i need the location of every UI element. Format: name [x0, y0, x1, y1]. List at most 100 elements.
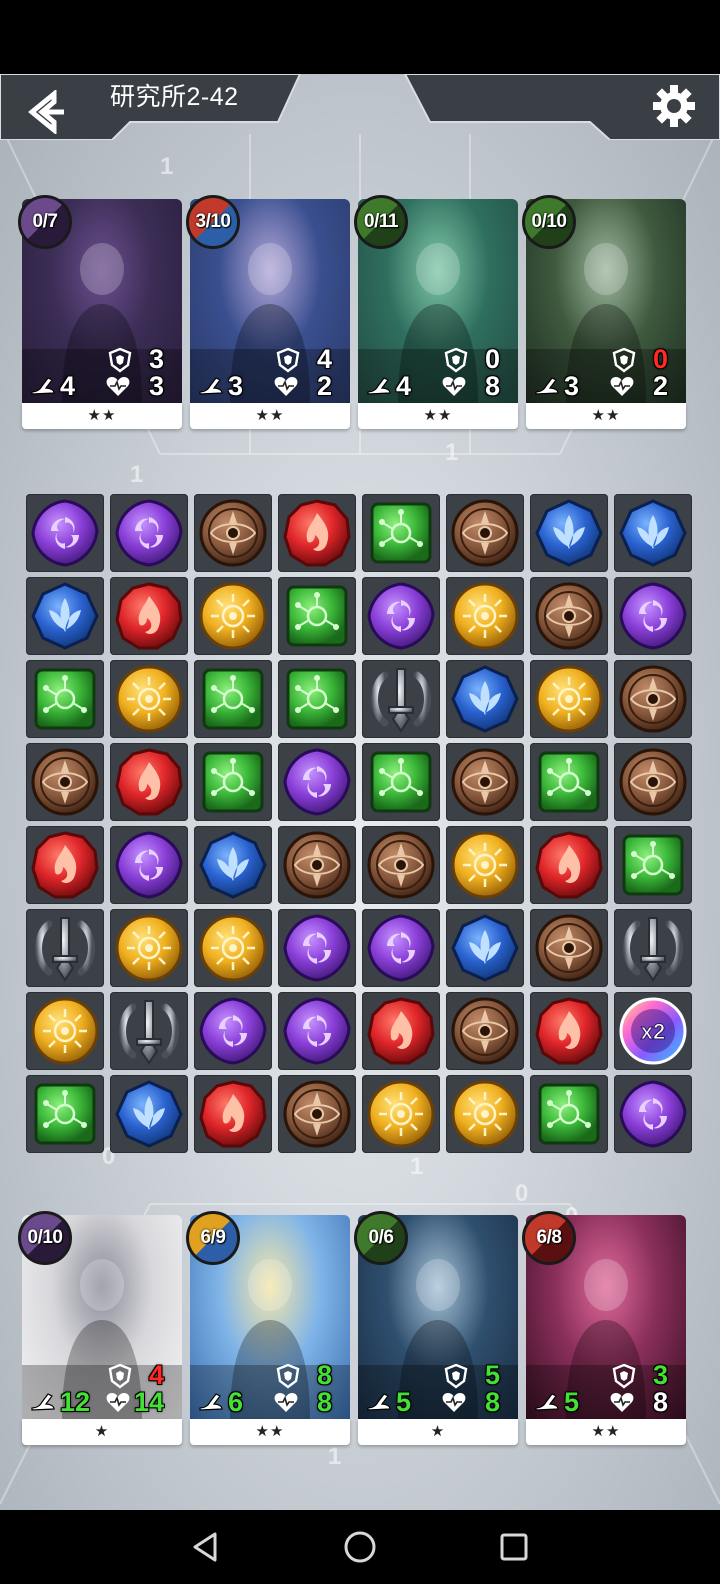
board-cell[interactable] — [26, 660, 104, 738]
board-cell[interactable] — [446, 577, 524, 655]
star-rating: ★★ — [358, 403, 518, 429]
board-cell[interactable] — [530, 909, 608, 987]
board-cell[interactable] — [614, 909, 692, 987]
board-cell[interactable] — [26, 743, 104, 821]
board-cell[interactable] — [278, 826, 356, 904]
board-cell[interactable] — [194, 660, 272, 738]
board-cell[interactable] — [446, 1075, 524, 1153]
enemy-card[interactable]: 0/11 4 0 8 ★★ — [354, 195, 518, 431]
circuit-gem-icon — [197, 746, 269, 818]
match-board: x2 — [26, 494, 694, 1162]
swirl-gem-icon — [281, 912, 353, 984]
board-cell[interactable] — [446, 743, 524, 821]
board-cell[interactable] — [110, 743, 188, 821]
board-cell[interactable] — [278, 743, 356, 821]
star-rating: ★ — [358, 1419, 518, 1445]
board-cell[interactable] — [26, 826, 104, 904]
board-cell[interactable] — [614, 494, 692, 572]
board-cell[interactable] — [530, 992, 608, 1070]
nav-home-button[interactable] — [330, 1510, 390, 1584]
armor-icon — [444, 1363, 468, 1394]
gear-icon — [653, 85, 695, 127]
enemy-card[interactable]: 3/10 3 4 2 ★★ — [186, 195, 350, 431]
swirl-gem-icon — [281, 995, 353, 1067]
board-cell[interactable] — [26, 1075, 104, 1153]
board-cell[interactable] — [614, 826, 692, 904]
health-icon — [441, 1392, 467, 1419]
nav-recents-button[interactable] — [484, 1510, 544, 1584]
board-cell[interactable] — [446, 909, 524, 987]
board-cell[interactable] — [446, 660, 524, 738]
board-cell[interactable] — [362, 909, 440, 987]
board-cell[interactable] — [194, 577, 272, 655]
board-cell[interactable] — [530, 743, 608, 821]
board-cell[interactable] — [110, 909, 188, 987]
settings-button[interactable] — [650, 82, 698, 130]
swirl-gem-icon — [197, 995, 269, 1067]
player-card[interactable]: 6/8 5 3 8 ★★ — [522, 1211, 686, 1447]
board-cell[interactable] — [110, 660, 188, 738]
board-cell[interactable] — [362, 1075, 440, 1153]
board-cell[interactable] — [278, 494, 356, 572]
board-cell[interactable] — [530, 494, 608, 572]
board-cell[interactable] — [362, 494, 440, 572]
star-rating: ★ — [22, 1419, 182, 1445]
board-cell[interactable] — [194, 743, 272, 821]
board-cell[interactable] — [110, 577, 188, 655]
health-value: 2 — [316, 371, 332, 401]
board-cell[interactable] — [110, 826, 188, 904]
board-cell[interactable] — [278, 660, 356, 738]
board-cell[interactable] — [26, 577, 104, 655]
back-button[interactable] — [14, 84, 78, 140]
enemy-card[interactable]: 0/7 4 3 3 ★★ — [18, 195, 182, 431]
board-cell[interactable] — [110, 1075, 188, 1153]
board-cell[interactable] — [194, 494, 272, 572]
board-cell[interactable] — [362, 577, 440, 655]
board-cell[interactable] — [362, 826, 440, 904]
board-cell[interactable] — [110, 992, 188, 1070]
enemy-card[interactable]: 0/10 3 0 2 ★★ — [522, 195, 686, 431]
board-cell[interactable] — [26, 494, 104, 572]
board-cell[interactable] — [614, 1075, 692, 1153]
board-cell[interactable] — [446, 826, 524, 904]
board-cell[interactable] — [110, 494, 188, 572]
armor-icon — [444, 347, 468, 378]
sun-gem-icon — [197, 912, 269, 984]
board-cell[interactable] — [614, 577, 692, 655]
board-cell[interactable] — [362, 992, 440, 1070]
player-card[interactable]: 0/10 12 4 14 ★ — [18, 1211, 182, 1447]
sun-gem-icon — [197, 580, 269, 652]
back-arrow-icon — [28, 90, 64, 134]
board-cell[interactable] — [530, 1075, 608, 1153]
player-card[interactable]: 0/6 5 5 8 ★ — [354, 1211, 518, 1447]
health-icon — [441, 376, 467, 403]
board-cell[interactable] — [26, 992, 104, 1070]
board-cell[interactable] — [446, 494, 524, 572]
board-cell[interactable] — [278, 577, 356, 655]
board-cell[interactable] — [362, 660, 440, 738]
board-cell[interactable] — [194, 909, 272, 987]
lotus-gem-icon — [449, 912, 521, 984]
board-cell[interactable] — [278, 909, 356, 987]
nav-back-button[interactable] — [176, 1510, 236, 1584]
health-icon — [273, 376, 299, 403]
board-cell[interactable] — [614, 743, 692, 821]
board-cell[interactable] — [26, 909, 104, 987]
board-cell[interactable] — [362, 743, 440, 821]
board-cell[interactable] — [194, 992, 272, 1070]
board-cell[interactable] — [530, 660, 608, 738]
svg-text:0: 0 — [515, 1180, 528, 1207]
board-cell[interactable] — [446, 992, 524, 1070]
charge-counter: 6/9 — [186, 1211, 240, 1265]
board-cell[interactable] — [614, 660, 692, 738]
board-cell[interactable] — [530, 577, 608, 655]
board-cell[interactable]: x2 — [614, 992, 692, 1070]
nav-back-icon — [193, 1532, 217, 1562]
player-card[interactable]: 6/9 6 8 8 ★★ — [186, 1211, 350, 1447]
board-cell[interactable] — [530, 826, 608, 904]
board-cell[interactable] — [194, 1075, 272, 1153]
board-cell[interactable] — [278, 1075, 356, 1153]
sun-gem-icon — [449, 829, 521, 901]
board-cell[interactable] — [278, 992, 356, 1070]
board-cell[interactable] — [194, 826, 272, 904]
